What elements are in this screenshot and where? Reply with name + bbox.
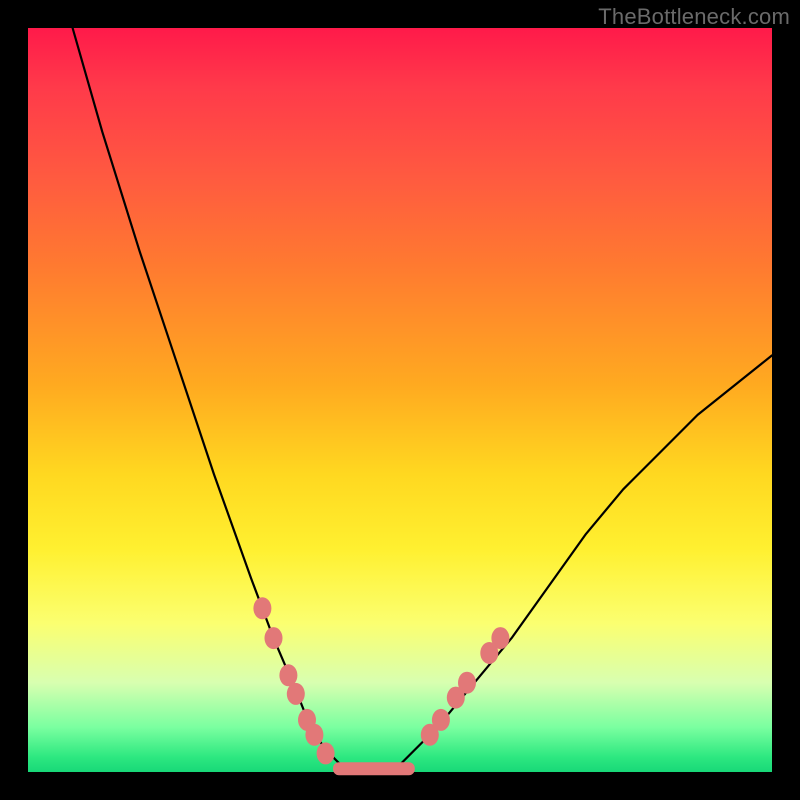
salmon-dot	[305, 724, 323, 746]
plot-area	[28, 28, 772, 772]
salmon-dot	[265, 627, 283, 649]
chart-frame: TheBottleneck.com	[0, 0, 800, 800]
salmon-dot	[458, 672, 476, 694]
salmon-bar	[333, 762, 415, 775]
bottleneck-curve	[73, 28, 772, 772]
chart-svg	[28, 28, 772, 772]
salmon-dot	[317, 742, 335, 764]
salmon-dot	[253, 597, 271, 619]
salmon-dot	[287, 683, 305, 705]
salmon-dots-group	[253, 597, 509, 764]
watermark-text: TheBottleneck.com	[598, 4, 790, 30]
salmon-dot	[432, 709, 450, 731]
salmon-dot	[491, 627, 509, 649]
